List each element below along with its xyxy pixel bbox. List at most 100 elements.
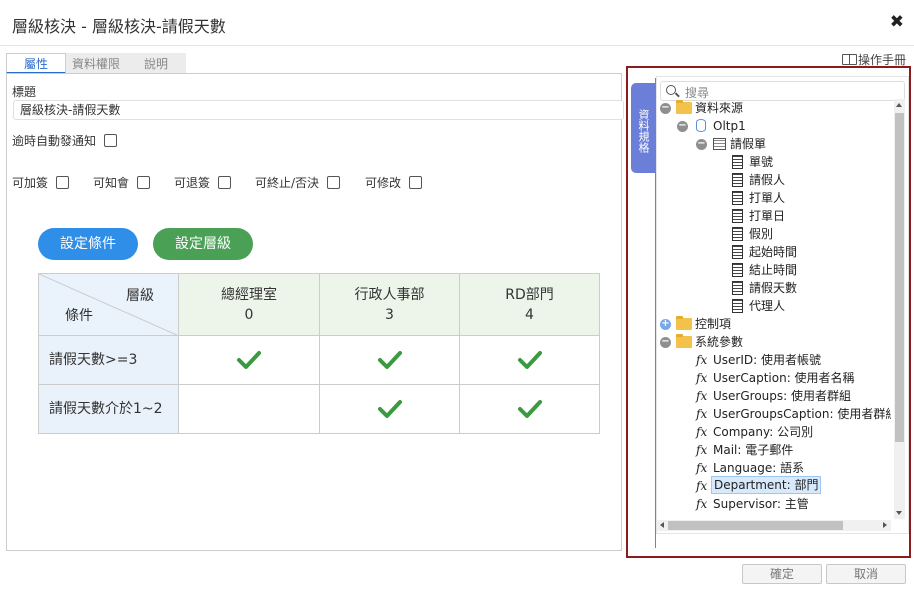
column-name: 行政人事部 bbox=[354, 286, 425, 303]
vertical-scrollbar[interactable] bbox=[894, 99, 905, 519]
overdue-notify-option: 逾時自動發通知 bbox=[12, 132, 117, 149]
collapse-icon[interactable]: − bbox=[696, 139, 707, 150]
tree-node-label: Language: 語系 bbox=[713, 461, 805, 475]
cancel-button[interactable]: 取消 bbox=[826, 564, 906, 584]
matrix-cell[interactable] bbox=[178, 384, 320, 434]
field-icon bbox=[732, 263, 743, 277]
scroll-down-icon[interactable] bbox=[896, 511, 902, 515]
column-level: 4 bbox=[525, 306, 534, 323]
tree-node-label: UserCaption: 使用者名稱 bbox=[713, 371, 855, 385]
column-header[interactable]: 總經理室 0 bbox=[178, 273, 320, 336]
column-level: 0 bbox=[244, 306, 254, 323]
column-header[interactable]: 行政人事部 3 bbox=[319, 273, 460, 336]
option-checkbox[interactable] bbox=[408, 176, 422, 189]
level-condition-matrix: 層級 條件 總經理室 0 行政人事部 3 RD部門 4 請假天數>=3 請假天數… bbox=[38, 273, 600, 434]
tab-description[interactable]: 說明 bbox=[126, 53, 186, 74]
title-label: 標題 bbox=[12, 85, 37, 99]
expand-icon[interactable]: + bbox=[660, 319, 671, 330]
matrix-cell[interactable] bbox=[178, 335, 320, 385]
scroll-right-icon[interactable] bbox=[883, 522, 887, 528]
overdue-notify-checkbox[interactable] bbox=[103, 134, 117, 147]
matrix-cell[interactable] bbox=[459, 384, 600, 434]
function-icon: fx bbox=[696, 461, 708, 475]
check-icon bbox=[377, 351, 402, 369]
option-label: 可加簽 bbox=[12, 176, 49, 190]
folder-icon bbox=[676, 334, 692, 348]
matrix-cell[interactable] bbox=[319, 384, 460, 434]
tree-node-label: Oltp1 bbox=[713, 119, 746, 133]
option-checkbox[interactable] bbox=[136, 176, 150, 189]
check-icon bbox=[517, 400, 542, 418]
row-condition[interactable]: 請假天數>=3 bbox=[38, 335, 179, 385]
option-add-sign: 可加簽 bbox=[12, 174, 69, 191]
option-checkbox[interactable] bbox=[326, 176, 340, 189]
function-icon: fx bbox=[696, 443, 708, 457]
corner-level-label: 層級 bbox=[126, 288, 154, 304]
table-icon bbox=[713, 138, 726, 150]
book-icon bbox=[841, 54, 857, 65]
matrix-cell[interactable] bbox=[319, 335, 460, 385]
function-icon: fx bbox=[696, 389, 708, 403]
check-icon bbox=[517, 351, 542, 369]
folder-icon bbox=[676, 316, 692, 330]
tree-node-label: 單號 bbox=[749, 155, 774, 169]
tree-node-label: 結止時間 bbox=[749, 263, 798, 277]
database-icon bbox=[696, 119, 706, 132]
confirm-button[interactable]: 確定 bbox=[742, 564, 822, 584]
function-icon: fx bbox=[696, 353, 708, 367]
matrix-corner-cell: 層級 條件 bbox=[38, 273, 179, 336]
function-icon: fx bbox=[696, 407, 708, 421]
field-icon bbox=[732, 281, 743, 295]
option-checkbox[interactable] bbox=[55, 176, 69, 189]
option-checkbox[interactable] bbox=[217, 176, 231, 189]
field-icon bbox=[732, 299, 743, 313]
side-tab-data-spec[interactable]: 資料規格 bbox=[631, 83, 655, 173]
function-icon: fx bbox=[696, 497, 708, 511]
tab-data-permission[interactable]: 資料權限 bbox=[66, 53, 126, 74]
close-icon[interactable]: ✖ bbox=[890, 12, 904, 32]
overdue-notify-label: 逾時自動發通知 bbox=[12, 134, 97, 148]
collapse-icon[interactable]: − bbox=[660, 337, 671, 348]
option-terminate: 可終止/否決 bbox=[255, 174, 340, 191]
option-label: 可知會 bbox=[93, 176, 130, 190]
row-condition[interactable]: 請假天數介於1~2 bbox=[38, 384, 179, 434]
table-row: 請假天數>=3 bbox=[38, 335, 600, 385]
tab-bar: 屬性 資料權限 說明 bbox=[6, 53, 186, 74]
option-label: 可終止/否決 bbox=[255, 176, 320, 190]
table-row: 請假天數介於1~2 bbox=[38, 384, 600, 434]
function-icon: fx bbox=[696, 479, 708, 493]
tree-node-label: 請假天數 bbox=[749, 281, 798, 295]
tab-properties[interactable]: 屬性 bbox=[6, 53, 66, 74]
data-spec-panel-frame: 資料規格 搜尋 − 資料來源 − Oltp1 − 請假單 單號 請假人 打單人 … bbox=[626, 66, 911, 558]
horizontal-scrollbar[interactable] bbox=[657, 520, 891, 531]
tree-node-label: UserGroups: 使用者群組 bbox=[713, 389, 851, 403]
collapse-icon[interactable]: − bbox=[677, 121, 688, 132]
scroll-left-icon[interactable] bbox=[660, 522, 664, 528]
matrix-cell[interactable] bbox=[459, 335, 600, 385]
tree-node-label: 打單人 bbox=[749, 191, 786, 205]
function-icon: fx bbox=[696, 371, 708, 385]
field-icon bbox=[732, 209, 743, 223]
folder-icon bbox=[676, 100, 692, 114]
scroll-thumb[interactable] bbox=[895, 113, 904, 442]
tree-node-label: Department: 部門 bbox=[711, 476, 822, 494]
field-icon bbox=[732, 227, 743, 241]
search-input[interactable]: 搜尋 bbox=[660, 81, 905, 101]
check-icon bbox=[237, 351, 261, 369]
tree-node-label: 打單日 bbox=[749, 209, 786, 223]
column-header[interactable]: RD部門 4 bbox=[459, 273, 600, 336]
corner-condition-label: 條件 bbox=[65, 308, 93, 324]
collapse-icon[interactable]: − bbox=[660, 103, 671, 114]
column-name: RD部門 bbox=[505, 286, 554, 303]
option-notify: 可知會 bbox=[93, 174, 150, 191]
set-level-button[interactable]: 設定層級 bbox=[153, 228, 253, 260]
scroll-thumb[interactable] bbox=[668, 521, 843, 530]
field-icon bbox=[732, 245, 743, 259]
tree-node-label: 起始時間 bbox=[749, 245, 798, 259]
search-icon bbox=[666, 85, 676, 95]
title-input[interactable]: 層級核決-請假天數 bbox=[13, 100, 624, 120]
set-condition-button[interactable]: 設定條件 bbox=[38, 228, 138, 260]
scroll-up-icon[interactable] bbox=[896, 103, 902, 107]
tree-node-label: 代理人 bbox=[749, 299, 786, 313]
tree-view: − 資料來源 − Oltp1 − 請假單 單號 請假人 打單人 打單日 假別 起… bbox=[657, 99, 891, 517]
